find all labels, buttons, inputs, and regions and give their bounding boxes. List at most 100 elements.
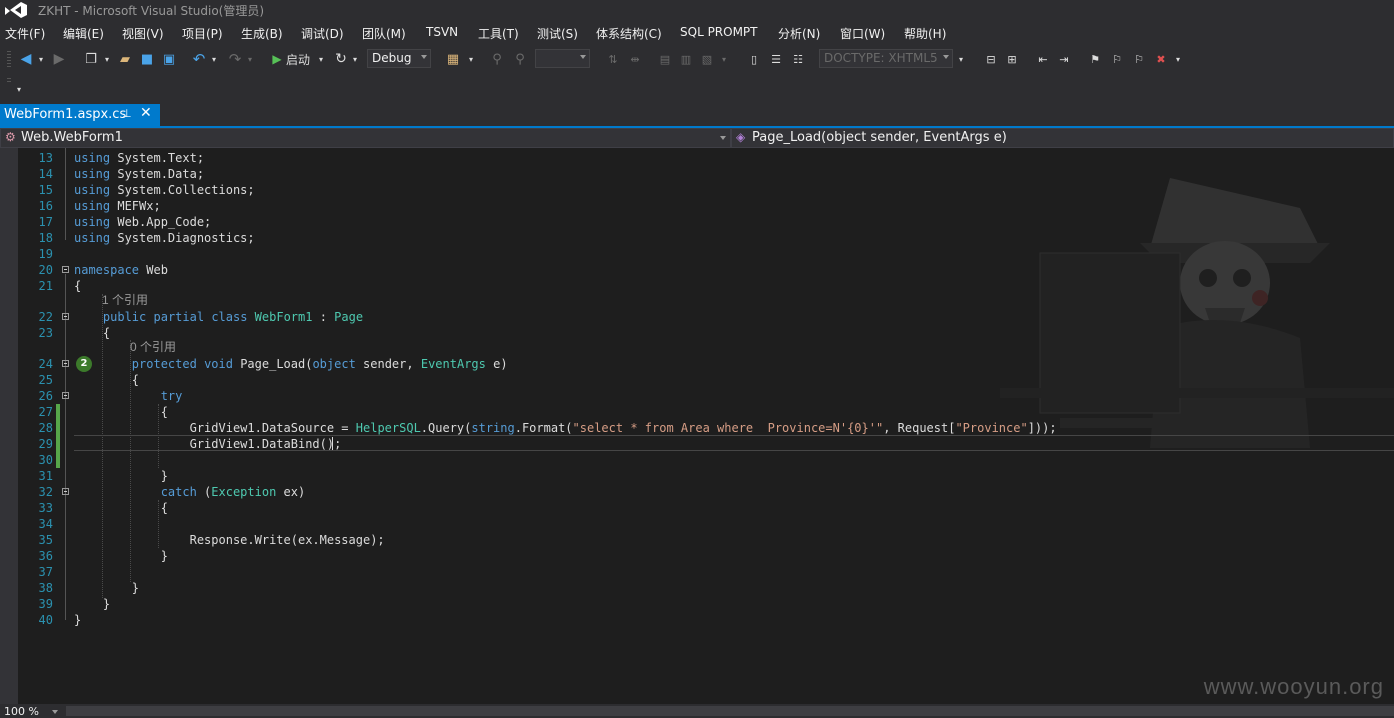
back-icon[interactable]: ◀ (17, 50, 35, 68)
increase-indent-icon[interactable]: ⇥ (1055, 50, 1073, 68)
find-in-files-icon[interactable]: ▦ (444, 50, 462, 68)
toolbar-grip[interactable] (7, 51, 11, 67)
pin-icon[interactable]: ⊥ (122, 107, 132, 120)
forward-icon[interactable]: ▶ (50, 50, 68, 68)
chevron-down-icon (943, 55, 949, 59)
table-insert-icon[interactable]: ▥ (677, 50, 695, 68)
navigation-bar: ⚙ Web.WebForm1 ◈ Page_Load(object sender… (0, 128, 1394, 148)
watermark: www.wooyun.org (1203, 674, 1384, 699)
menu-analyze[interactable]: 分析(N) (778, 25, 820, 42)
menu-tools[interactable]: 工具(T) (478, 25, 519, 42)
code-line: } (74, 469, 168, 483)
menu-sql-prompt[interactable]: SQL PROMPT (680, 25, 758, 39)
collapse-namespace-icon[interactable] (62, 266, 69, 273)
line-number: 39 (38, 597, 53, 611)
line-number: 35 (38, 533, 53, 547)
line-number: 34 (38, 517, 53, 531)
undo-dropdown-icon[interactable]: ▾ (209, 50, 219, 68)
undo-icon[interactable]: ↶ (190, 50, 208, 68)
zoom-in-icon[interactable]: ⚲ (488, 50, 506, 68)
menu-build[interactable]: 生成(B) (241, 25, 283, 42)
menu-architecture[interactable]: 体系结构(C) (596, 25, 662, 42)
toolbar-grip[interactable] (7, 78, 11, 84)
menu-view[interactable]: 视图(V) (122, 25, 164, 42)
line-number: 31 (38, 469, 53, 483)
table-icon[interactable]: ▤ (656, 50, 674, 68)
code-line: using Web.App_Code; (74, 215, 212, 229)
redo-dropdown-icon[interactable]: ▾ (245, 50, 255, 68)
document-icon[interactable]: ▯ (745, 50, 763, 68)
outdent-icon[interactable]: ☷ (789, 50, 807, 68)
type-navigation-select[interactable]: ⚙ Web.WebForm1 (0, 128, 731, 148)
code-line: protected void Page_Load(object sender, … (131, 357, 508, 371)
solution-configuration-select[interactable]: Debug (367, 49, 431, 68)
zoom-select[interactable] (535, 49, 590, 68)
toolbar-overflow-icon[interactable]: ▾ (14, 80, 24, 98)
line-number: 24 (38, 357, 53, 371)
close-icon[interactable]: ✕ (140, 105, 152, 121)
comment-icon[interactable]: ⊟ (982, 50, 1000, 68)
collapse-class-icon[interactable] (62, 313, 69, 320)
uncomment-icon[interactable]: ⊞ (1003, 50, 1021, 68)
code-line: using System.Collections; (74, 183, 255, 197)
save-icon[interactable]: ■ (138, 50, 156, 68)
open-file-icon[interactable]: ▰ (116, 50, 134, 68)
menu-debug[interactable]: 调试(D) (301, 25, 344, 42)
next-bookmark-icon[interactable]: ⚐ (1130, 50, 1148, 68)
doctype-select[interactable]: DOCTYPE: XHTML5 (819, 49, 953, 68)
codelens-references[interactable]: 1 个引用 (102, 293, 148, 307)
start-button[interactable]: 启动 (286, 50, 318, 68)
line-number: 32 (38, 485, 53, 499)
chevron-down-icon[interactable] (52, 710, 58, 714)
menu-test[interactable]: 测试(S) (537, 25, 578, 42)
collapse-catch-icon[interactable] (62, 488, 69, 495)
new-project-dropdown-icon[interactable]: ▾ (102, 50, 112, 68)
menu-file[interactable]: 文件(F) (5, 25, 45, 42)
clear-bookmarks-icon[interactable]: ✖ (1152, 50, 1170, 68)
zoom-out-icon[interactable]: ⚲ (511, 50, 529, 68)
member-navigation-select[interactable]: ◈ Page_Load(object sender, EventArgs e) (731, 128, 1394, 148)
code-line: GridView1.DataBind(); (74, 437, 342, 451)
code-line: } (74, 613, 82, 627)
start-dropdown-icon[interactable]: ▾ (316, 50, 326, 68)
title-bar: ZKHT - Microsoft Visual Studio(管理员) (0, 0, 1394, 20)
menu-team[interactable]: 团队(M) (362, 25, 406, 42)
redo-icon[interactable]: ↷ (226, 50, 244, 68)
line-number: 23 (38, 326, 53, 340)
line-number: 36 (38, 549, 53, 563)
bookmark-icon[interactable]: ⚑ (1086, 50, 1104, 68)
find-dropdown-icon[interactable]: ▾ (466, 50, 476, 68)
menu-edit[interactable]: 编辑(E) (63, 25, 104, 42)
collapse-try-icon[interactable] (62, 392, 69, 399)
doctype-more-icon[interactable]: ▾ (956, 50, 966, 68)
menu-window[interactable]: 窗口(W) (840, 25, 885, 42)
save-all-icon[interactable]: ▣ (160, 50, 178, 68)
split-icon[interactable]: ⇹ (626, 50, 644, 68)
indent-icon[interactable]: ☰ (767, 50, 785, 68)
zoom-level-select[interactable]: 100 % (4, 705, 39, 718)
line-number: 16 (38, 199, 53, 213)
menu-project[interactable]: 项目(P) (182, 25, 223, 42)
line-number: 29 (38, 437, 53, 451)
new-project-icon[interactable]: ❐ (82, 50, 100, 68)
menu-tsvn[interactable]: TSVN (426, 25, 458, 39)
codelens-references[interactable]: 0 个引用 (130, 340, 176, 354)
decrease-indent-icon[interactable]: ⇤ (1034, 50, 1052, 68)
refresh-dropdown-icon[interactable]: ▾ (350, 50, 360, 68)
more-dropdown-icon[interactable]: ▾ (719, 50, 729, 68)
refresh-icon[interactable]: ↻ (332, 50, 350, 68)
pirate-background-image (1000, 178, 1394, 448)
code-editor[interactable]: 13 14 15 16 17 18 19 20 21 22 23 24 25 2… (0, 148, 1394, 704)
editor-margin[interactable] (0, 148, 18, 704)
collapse-method-icon[interactable] (62, 360, 69, 367)
chevron-down-icon (421, 55, 427, 59)
bookmark-more-icon[interactable]: ▾ (1173, 50, 1183, 68)
horizontal-scrollbar[interactable] (66, 706, 1394, 716)
tab-webform1-aspx-cs[interactable]: WebForm1.aspx.cs ⊥ ✕ (0, 104, 160, 126)
start-icon[interactable]: ▶ (268, 50, 286, 68)
previous-bookmark-icon[interactable]: ⚐ (1108, 50, 1126, 68)
back-dropdown-icon[interactable]: ▾ (36, 50, 46, 68)
menu-help[interactable]: 帮助(H) (904, 25, 946, 42)
table-delete-icon[interactable]: ▧ (698, 50, 716, 68)
navigate-icon[interactable]: ⇅ (604, 50, 622, 68)
